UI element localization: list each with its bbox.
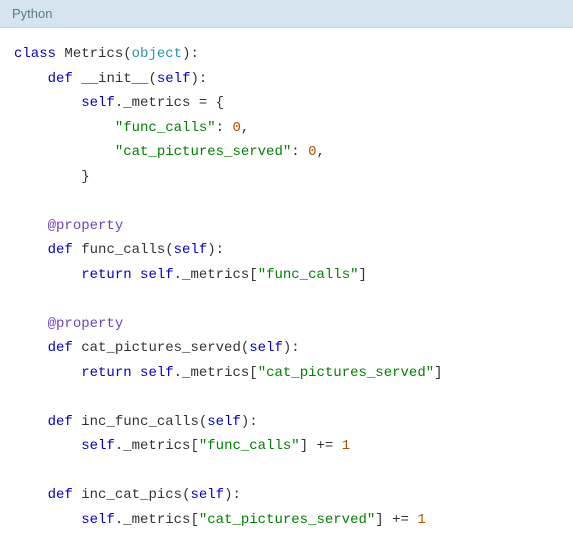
decorator: @property (48, 218, 124, 234)
keyword-def: def (48, 487, 73, 503)
self: self (140, 365, 174, 381)
attr-metrics: ._metrics (115, 95, 191, 111)
keyword-def: def (48, 340, 73, 356)
dict-key: "func_calls" (115, 120, 216, 136)
bracket: ] (300, 438, 308, 454)
func-name: inc_cat_pics (81, 487, 182, 503)
colon: : (216, 120, 224, 136)
func-name: inc_func_calls (81, 414, 199, 430)
bracket: [ (190, 438, 198, 454)
self: self (207, 414, 241, 430)
bracket: ] (434, 365, 442, 381)
paren: ) (190, 71, 198, 87)
attr-metrics: ._metrics (174, 267, 250, 283)
language-label: Python (12, 6, 52, 21)
number: 1 (417, 512, 425, 528)
attr-metrics: ._metrics (174, 365, 250, 381)
colon: : (291, 144, 299, 160)
code-block: class Metrics(object): def __init__(self… (0, 28, 573, 546)
self: self (249, 340, 283, 356)
brace: } (81, 169, 89, 185)
bracket: ] (375, 512, 383, 528)
colon: : (291, 340, 299, 356)
self: self (81, 95, 115, 111)
keyword-class: class (14, 46, 56, 62)
colon: : (199, 71, 207, 87)
dict-key: "cat_pictures_served" (115, 144, 291, 160)
paren: ( (123, 46, 131, 62)
string: "func_calls" (199, 438, 300, 454)
keyword-return: return (81, 365, 131, 381)
keyword-def: def (48, 71, 73, 87)
plus-equals: += (308, 438, 342, 454)
attr-metrics: ._metrics (115, 438, 191, 454)
self: self (81, 438, 115, 454)
paren: ( (199, 414, 207, 430)
self: self (190, 487, 224, 503)
func-name-init: __init__ (81, 71, 148, 87)
self: self (140, 267, 174, 283)
string: "cat_pictures_served" (199, 512, 375, 528)
bracket: [ (190, 512, 198, 528)
string: "cat_pictures_served" (258, 365, 434, 381)
colon: : (249, 414, 257, 430)
equals: = (190, 95, 215, 111)
number: 0 (232, 120, 240, 136)
bracket: [ (249, 267, 257, 283)
attr-metrics: ._metrics (115, 512, 191, 528)
bracket: [ (249, 365, 257, 381)
keyword-def: def (48, 414, 73, 430)
paren: ) (207, 242, 215, 258)
colon: : (216, 242, 224, 258)
func-name: cat_pictures_served (81, 340, 241, 356)
comma: , (316, 144, 324, 160)
self: self (157, 71, 191, 87)
keyword-return: return (81, 267, 131, 283)
paren: ( (148, 71, 156, 87)
func-name: func_calls (81, 242, 165, 258)
colon: : (190, 46, 198, 62)
comma: , (241, 120, 249, 136)
self: self (81, 512, 115, 528)
decorator: @property (48, 316, 124, 332)
paren: ( (165, 242, 173, 258)
plus-equals: += (384, 512, 418, 528)
bracket: ] (359, 267, 367, 283)
string: "func_calls" (258, 267, 359, 283)
class-name: Metrics (64, 46, 123, 62)
base-class: object (132, 46, 182, 62)
self: self (174, 242, 208, 258)
brace: { (216, 95, 224, 111)
number: 1 (342, 438, 350, 454)
colon: : (232, 487, 240, 503)
keyword-def: def (48, 242, 73, 258)
code-header: Python (0, 0, 573, 28)
